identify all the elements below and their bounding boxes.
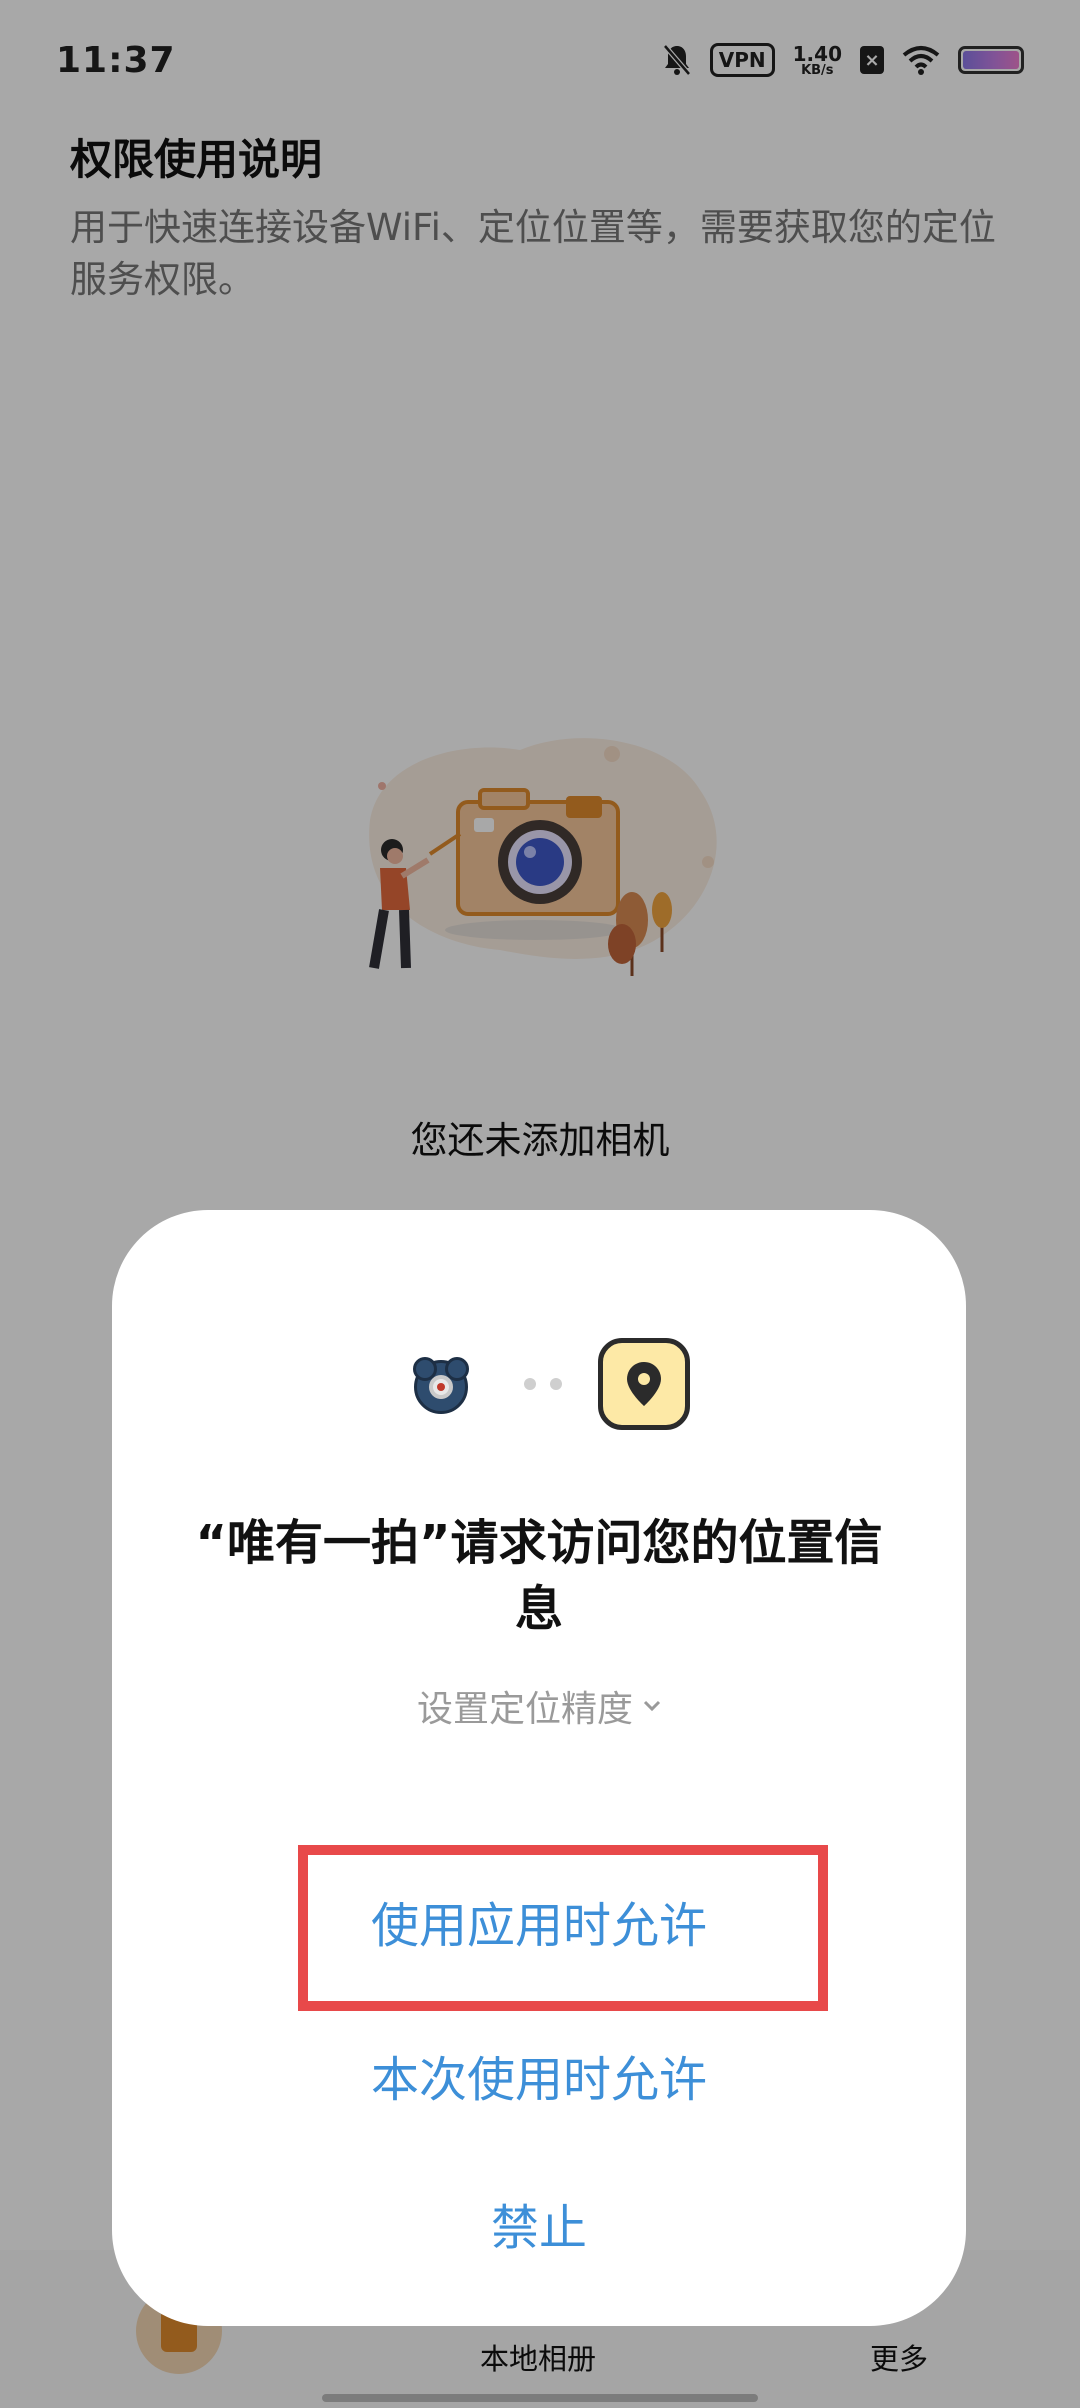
highlight-box: [298, 1845, 828, 2011]
dialog-icons: [112, 1338, 966, 1434]
connector-dots: [524, 1378, 562, 1390]
location-precision-selector[interactable]: 设置定位精度: [112, 1680, 966, 1732]
dialog-title: “唯有一拍”请求访问您的位置信息: [195, 1515, 883, 1637]
app-bear-camera-icon: [413, 1357, 469, 1414]
precision-label: 设置定位精度: [416, 1689, 633, 1730]
deny-button[interactable]: 禁止: [112, 2188, 966, 2258]
location-permission-dialog: “唯有一拍”请求访问您的位置信息 设置定位精度 使用应用时允许 本次使用时允许 …: [112, 1210, 966, 2326]
location-pin-icon: [598, 1338, 690, 1430]
allow-once-button[interactable]: 本次使用时允许: [112, 2040, 966, 2110]
chevron-down-icon: [643, 1700, 661, 1712]
